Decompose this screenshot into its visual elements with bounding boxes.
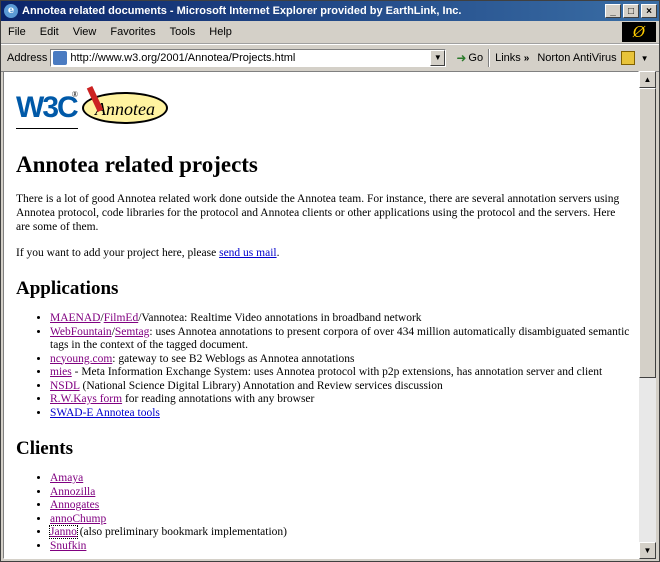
go-arrow-icon: ➜ xyxy=(456,51,467,65)
go-button[interactable]: ➜ Go xyxy=(456,51,483,65)
chevron-right-icon[interactable]: » xyxy=(524,53,530,64)
address-label: Address xyxy=(7,52,48,64)
list-item: SWAD-E Annotea tools xyxy=(50,407,638,421)
clients-heading: Clients xyxy=(16,438,73,459)
list-item: R.W.Kays form for reading annotations wi… xyxy=(50,393,638,407)
minimize-button[interactable]: _ xyxy=(605,4,621,18)
address-url[interactable]: http://www.w3.org/2001/Annotea/Projects.… xyxy=(70,52,295,64)
window-controls: _ □ × xyxy=(603,4,657,18)
ie-icon: e xyxy=(4,4,18,18)
norton-toolbar[interactable]: Norton AntiVirus ▼ xyxy=(537,51,649,65)
maenad-link[interactable]: MAENAD xyxy=(50,312,100,324)
swad-e-annotea-tools-link[interactable]: SWAD-E Annotea tools xyxy=(50,407,160,419)
browser-window: e Annotea related documents - Microsoft … xyxy=(0,0,660,562)
links-toolbar[interactable]: Links » xyxy=(495,52,534,64)
menu-bar: File Edit View Favorites Tools Help Ø xyxy=(1,21,659,44)
ncyoung-link[interactable]: ncyoung.com xyxy=(50,353,112,365)
list-item: mies - Meta Information Exchange System:… xyxy=(50,366,638,380)
title-bar[interactable]: e Annotea related documents - Microsoft … xyxy=(1,1,659,21)
scroll-up-icon[interactable]: ▲ xyxy=(639,71,656,88)
menu-tools[interactable]: Tools xyxy=(163,26,203,38)
list-item: Janno (also preliminary bookmark impleme… xyxy=(49,525,638,540)
address-bar: Address http://www.w3.org/2001/Annotea/P… xyxy=(1,44,659,72)
add-project-paragraph: If you want to add your project here, pl… xyxy=(16,247,280,259)
list-item: MAENAD/FilmEd/Vannotea: Realtime Video a… xyxy=(50,312,638,326)
list-item: Annogates xyxy=(50,499,638,513)
w3c-logo[interactable]: W3C ® xyxy=(16,88,79,129)
page-icon xyxy=(53,51,68,65)
amaya-link[interactable]: Amaya xyxy=(50,472,83,484)
window-title: Annotea related documents - Microsoft In… xyxy=(22,5,462,17)
menu-file[interactable]: File xyxy=(1,26,33,38)
annozilla-link[interactable]: Annozilla xyxy=(50,486,95,498)
menu-edit[interactable]: Edit xyxy=(33,26,66,38)
list-item: NSDL (National Science Digital Library) … xyxy=(50,380,638,394)
applications-heading: Applications xyxy=(16,278,119,299)
annochump-link[interactable]: annoChump xyxy=(50,513,106,525)
list-item: Annozilla xyxy=(50,486,638,500)
filmed-link[interactable]: FilmEd xyxy=(104,312,139,324)
rwkays-form-link[interactable]: R.W.Kays form xyxy=(50,393,122,405)
nsdl-link[interactable]: NSDL xyxy=(50,380,80,392)
list-item: Amaya xyxy=(50,472,638,486)
list-item: annoChump xyxy=(50,513,638,527)
menu-view[interactable]: View xyxy=(66,26,104,38)
snufkin-link[interactable]: Snufkin xyxy=(50,540,86,552)
clients-list: Amaya Annozilla Annogates annoChump Jann… xyxy=(16,472,638,553)
list-item: Snufkin xyxy=(50,540,638,554)
address-input[interactable]: http://www.w3.org/2001/Annotea/Projects.… xyxy=(50,49,447,67)
logo-row: W3C ® Annotea xyxy=(16,82,638,134)
menu-favorites[interactable]: Favorites xyxy=(103,26,162,38)
webfountain-link[interactable]: WebFountain xyxy=(50,326,112,338)
links-label: Links xyxy=(495,52,521,64)
semtag-link[interactable]: Semtag xyxy=(115,326,150,338)
annogates-link[interactable]: Annogates xyxy=(50,499,99,511)
scroll-thumb[interactable] xyxy=(639,88,656,378)
list-item: WebFountain/Semtag: uses Annotea annotat… xyxy=(50,326,638,353)
send-mail-link[interactable]: send us mail xyxy=(219,247,277,259)
scroll-down-icon[interactable]: ▼ xyxy=(639,542,656,559)
address-dropdown-icon[interactable]: ▼ xyxy=(430,50,446,66)
page-title: Annotea related projects xyxy=(16,152,258,177)
applications-list: MAENAD/FilmEd/Vannotea: Realtime Video a… xyxy=(16,312,638,420)
maximize-button[interactable]: □ xyxy=(623,4,639,18)
norton-dropdown-icon[interactable]: ▼ xyxy=(641,54,649,63)
go-label: Go xyxy=(468,52,484,64)
norton-label: Norton AntiVirus xyxy=(537,52,617,64)
janno-link[interactable]: Janno xyxy=(49,525,78,539)
intro-paragraph: There is a lot of good Annotea related w… xyxy=(16,193,620,233)
isp-logo-icon: Ø xyxy=(622,22,656,42)
norton-icon[interactable] xyxy=(620,51,635,65)
menu-help[interactable]: Help xyxy=(202,26,239,38)
toolbar-separator xyxy=(488,49,491,67)
mies-link[interactable]: mies xyxy=(50,366,72,378)
annotea-logo[interactable]: Annotea xyxy=(82,85,168,124)
page-content: W3C ® Annotea Annotea related projects T… xyxy=(3,71,639,559)
close-button[interactable]: × xyxy=(641,4,657,18)
vertical-scrollbar[interactable]: ▲ ▼ xyxy=(639,71,656,559)
list-item: ncyoung.com: gateway to see B2 Weblogs a… xyxy=(50,353,638,367)
